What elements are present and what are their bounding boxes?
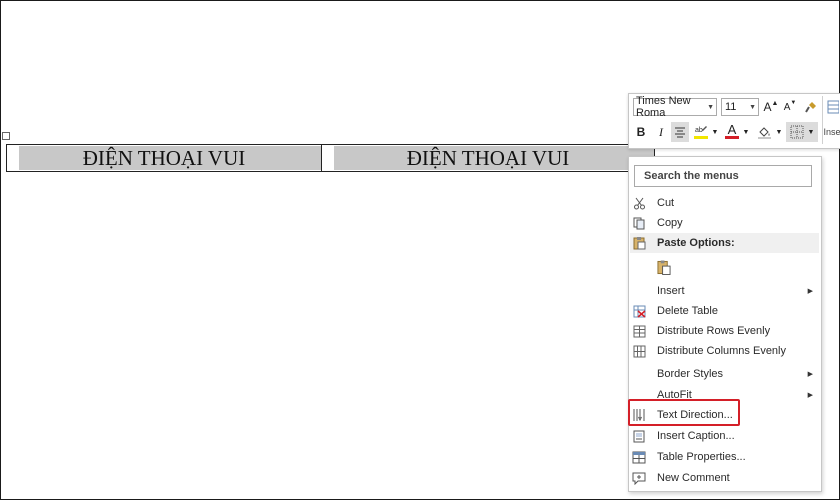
clipboard-icon xyxy=(632,236,646,250)
table-icon xyxy=(827,100,839,114)
chevron-right-icon: ▶ xyxy=(807,371,813,378)
context-menu: Search the menus Cut Copy Paste Options:… xyxy=(628,156,822,492)
delete-table-icon xyxy=(632,304,646,318)
table-cell-text: ĐIỆN THOẠI VUI xyxy=(82,145,246,170)
menu-item-label: Insert Caption... xyxy=(657,430,735,442)
menu-item-label: AutoFit xyxy=(657,389,692,401)
shading-button[interactable] xyxy=(755,123,773,141)
paste-keep-formatting-button[interactable] xyxy=(630,255,819,279)
chevron-down-icon: ▼ xyxy=(807,128,815,136)
font-size-dropdown[interactable]: 11 ▼ xyxy=(721,98,759,116)
mini-toolbar: Times New Roma ▼ 11 ▼ A ▲ A ▼ B I ab ▼ A ▼… xyxy=(628,93,840,149)
center-align-button[interactable] xyxy=(671,122,689,142)
font-color-icon: A xyxy=(727,122,737,137)
menu-item-distribute-rows[interactable]: Distribute Rows Evenly xyxy=(630,321,819,341)
table-move-handle[interactable] xyxy=(2,132,10,140)
highlight-button[interactable]: ab xyxy=(692,123,710,141)
menu-item-label: Distribute Rows Evenly xyxy=(657,325,771,337)
menu-item-label: Border Styles xyxy=(657,368,724,380)
menu-item-label: Copy xyxy=(657,217,683,229)
menu-item-distribute-columns[interactable]: Distribute Columns Evenly xyxy=(630,341,819,361)
search-menus-input[interactable]: Search the menus xyxy=(634,165,812,187)
menu-item-label: Table Properties... xyxy=(657,451,746,463)
chevron-down-icon: ▼ xyxy=(707,103,714,111)
font-size-value: 11 xyxy=(725,101,737,113)
borders-button[interactable]: ▼ xyxy=(786,122,818,142)
menu-item-new-comment[interactable]: New Comment xyxy=(630,468,819,488)
chevron-down-icon: ▼ xyxy=(749,103,756,111)
menu-item-copy[interactable]: Copy xyxy=(630,213,819,233)
borders-icon xyxy=(790,125,804,139)
grow-font-button[interactable]: A ▲ xyxy=(763,98,779,116)
text-direction-icon xyxy=(632,408,646,422)
chevron-down-icon: ▼ xyxy=(775,128,783,136)
menu-item-insert[interactable]: Insert ▶ xyxy=(630,281,819,301)
distribute-rows-icon xyxy=(632,324,646,338)
menu-item-label: Insert xyxy=(657,285,685,297)
font-name-dropdown[interactable]: Times New Roma ▼ xyxy=(633,95,717,119)
paint-bucket-icon xyxy=(757,126,771,139)
menu-item-text-direction[interactable]: Text Direction... xyxy=(630,405,819,425)
font-color-button[interactable]: A xyxy=(723,122,741,140)
scissors-icon xyxy=(632,196,646,210)
table-cell-text: ĐIỆN THOẠI VUI xyxy=(406,145,570,170)
font-name-value: Times New Roma xyxy=(636,95,691,119)
align-center-icon xyxy=(675,127,685,138)
italic-icon: I xyxy=(659,124,663,139)
more-tools-button[interactable] xyxy=(826,98,840,116)
menu-item-insert-caption[interactable]: Insert Caption... xyxy=(630,426,819,446)
menu-item-border-styles[interactable]: Border Styles ▶ xyxy=(630,364,819,384)
highlighter-icon: ab xyxy=(694,126,708,139)
menu-item-autofit[interactable]: AutoFit ▶ xyxy=(630,385,819,405)
table-cell-2[interactable]: ĐIỆN THOẠI VUI xyxy=(321,145,655,171)
chevron-right-icon: ▶ xyxy=(807,392,813,399)
menu-item-table-properties[interactable]: Table Properties... xyxy=(630,447,819,467)
copy-icon xyxy=(632,216,646,230)
menu-item-label: Distribute Columns Evenly xyxy=(657,345,786,357)
bold-button[interactable]: B xyxy=(633,123,649,141)
caption-icon xyxy=(632,429,646,443)
chevron-down-icon: ▼ xyxy=(742,128,750,136)
menu-item-cut[interactable]: Cut xyxy=(630,193,819,213)
chevron-down-icon: ▼ xyxy=(711,128,719,136)
menu-item-delete-table[interactable]: Delete Table xyxy=(630,301,819,321)
insert-button[interactable]: Inse xyxy=(823,123,840,141)
chevron-right-icon: ▶ xyxy=(807,288,813,295)
comment-icon xyxy=(632,471,646,485)
document-table: ĐIỆN THOẠI VUI ĐIỆN THOẠI VUI xyxy=(6,144,655,172)
distribute-columns-icon xyxy=(632,344,646,358)
format-painter-button[interactable] xyxy=(801,98,819,116)
menu-item-label: Cut xyxy=(657,197,675,209)
grow-font-icon: A xyxy=(763,100,772,114)
svg-text:ab: ab xyxy=(695,127,703,134)
menu-item-paste-options: Paste Options: xyxy=(630,233,819,253)
table-cell-1[interactable]: ĐIỆN THOẠI VUI xyxy=(6,145,321,171)
shrink-font-button[interactable]: A ▼ xyxy=(782,98,798,116)
highlight-dropdown[interactable]: ▼ xyxy=(711,123,719,141)
search-placeholder: Search the menus xyxy=(644,170,739,182)
menu-item-label: New Comment xyxy=(657,472,730,484)
format-painter-icon xyxy=(804,101,816,113)
table-properties-icon xyxy=(632,450,646,464)
font-color-dropdown[interactable]: ▼ xyxy=(742,123,750,141)
menu-item-label: Paste Options: xyxy=(657,237,735,249)
italic-button[interactable]: I xyxy=(653,123,669,141)
shading-dropdown[interactable]: ▼ xyxy=(775,123,783,141)
insert-label: Inse xyxy=(823,127,840,137)
font-color-bar xyxy=(725,136,739,139)
shrink-font-icon: A xyxy=(783,101,791,113)
menu-item-label: Text Direction... xyxy=(657,409,733,421)
paste-clipboard-icon xyxy=(657,260,671,275)
bold-icon: B xyxy=(636,125,646,139)
menu-item-label: Delete Table xyxy=(657,305,718,317)
